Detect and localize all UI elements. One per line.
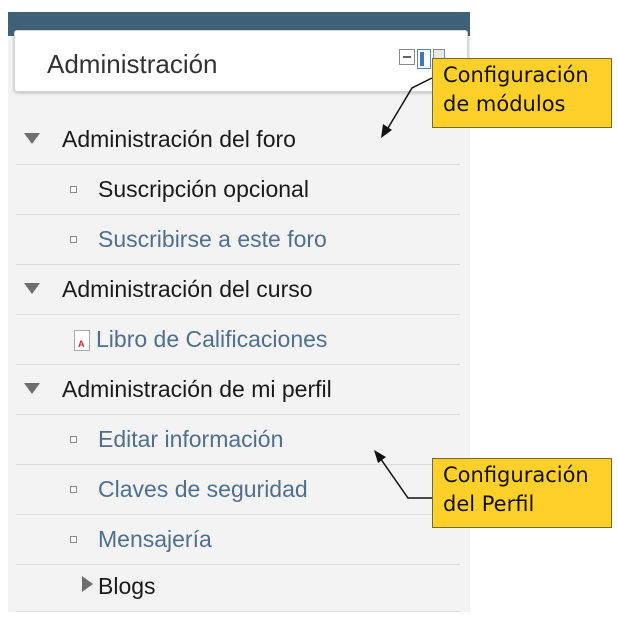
callout-module-settings: Configuración de módulos	[432, 58, 612, 128]
arrow-profile-head	[374, 450, 386, 463]
callout-line: Configuración	[443, 63, 589, 87]
callout-profile-settings: Configuración del Perfil	[432, 458, 612, 528]
callout-line: de módulos	[443, 92, 566, 116]
arrow-modules-head	[381, 124, 392, 138]
arrow-modules-line	[384, 77, 433, 134]
arrow-profile-line	[377, 454, 432, 499]
callout-line: del Perfil	[443, 492, 535, 516]
callout-line: Configuración	[443, 463, 589, 487]
